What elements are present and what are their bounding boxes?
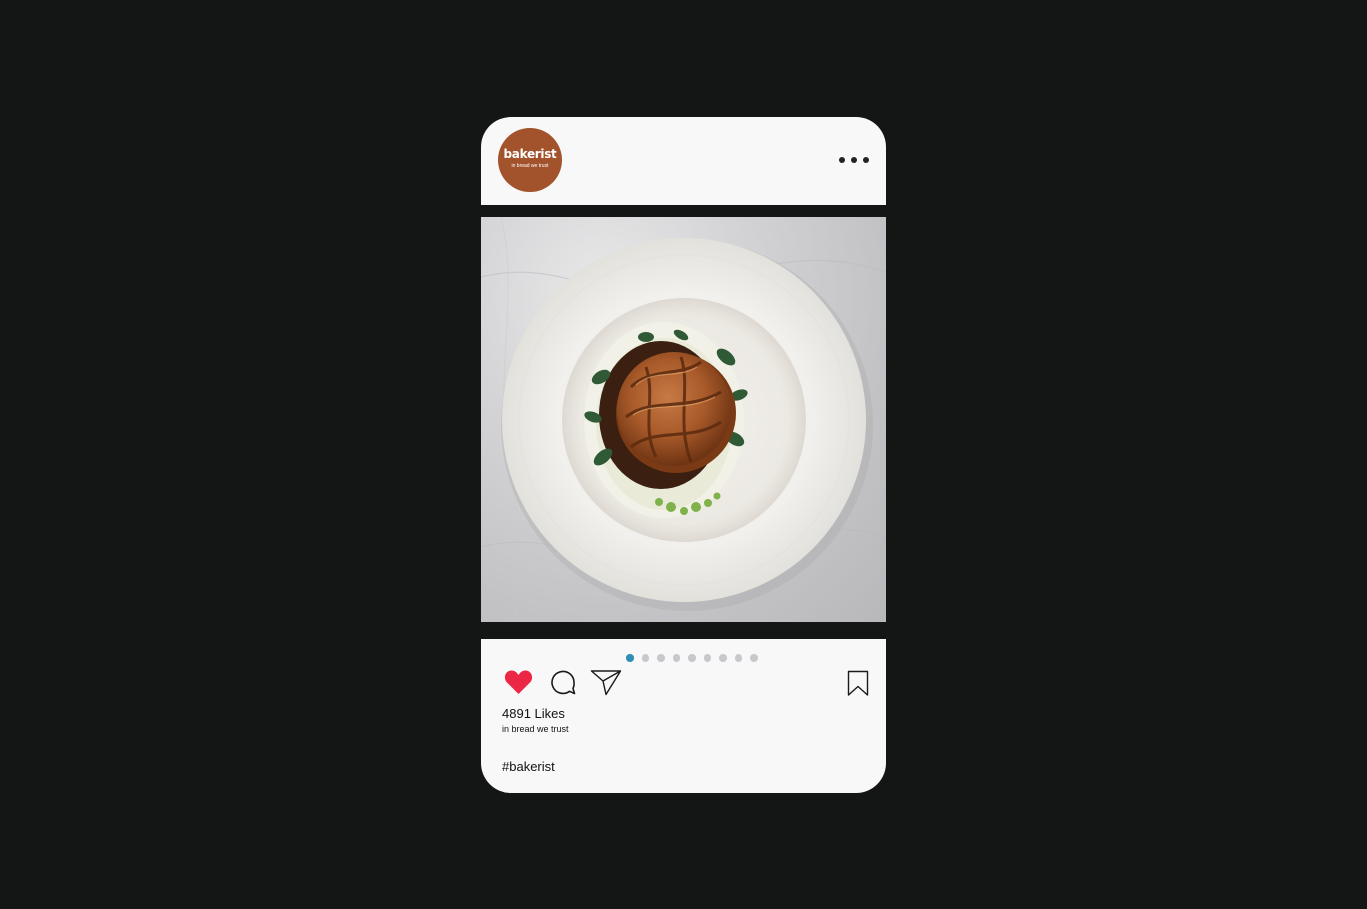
likes-count[interactable]: 4891 Likes: [502, 706, 565, 721]
avatar-brand-name: bakerist: [503, 147, 557, 161]
post-image[interactable]: [481, 217, 886, 622]
post-card: bakerist in bread we trust 4891 Likes in…: [481, 117, 886, 793]
post-header: bakerist in bread we trust: [481, 117, 886, 205]
carousel-dot[interactable]: [672, 654, 680, 662]
comment-icon: [551, 670, 576, 695]
carousel-dot[interactable]: [750, 654, 758, 662]
save-button[interactable]: [847, 670, 869, 702]
heart-icon: [504, 670, 533, 694]
send-icon: [590, 670, 622, 696]
more-dot: [851, 157, 857, 163]
more-dot: [863, 157, 869, 163]
hashtag-link[interactable]: #bakerist: [502, 759, 555, 774]
comment-button[interactable]: [550, 670, 576, 701]
carousel-dot[interactable]: [657, 654, 665, 662]
profile-avatar[interactable]: bakerist in bread we trust: [498, 128, 562, 192]
carousel-dot[interactable]: [626, 654, 634, 662]
food-photo: [481, 217, 886, 622]
carousel-indicator: [626, 654, 758, 662]
avatar-tagline: in bread we trust: [511, 163, 549, 169]
carousel-dot[interactable]: [719, 654, 727, 662]
post-footer: 4891 Likes in bread we trust #bakerist: [481, 639, 886, 793]
carousel-dot[interactable]: [641, 654, 649, 662]
more-options-button[interactable]: [839, 155, 869, 165]
carousel-dot[interactable]: [688, 654, 696, 662]
share-button[interactable]: [590, 669, 622, 701]
like-button[interactable]: [504, 669, 533, 700]
carousel-dot[interactable]: [734, 654, 742, 662]
bookmark-icon: [847, 670, 869, 696]
carousel-dot[interactable]: [703, 654, 711, 662]
post-caption: in bread we trust: [502, 724, 569, 734]
more-horizontal-icon: [839, 157, 845, 163]
